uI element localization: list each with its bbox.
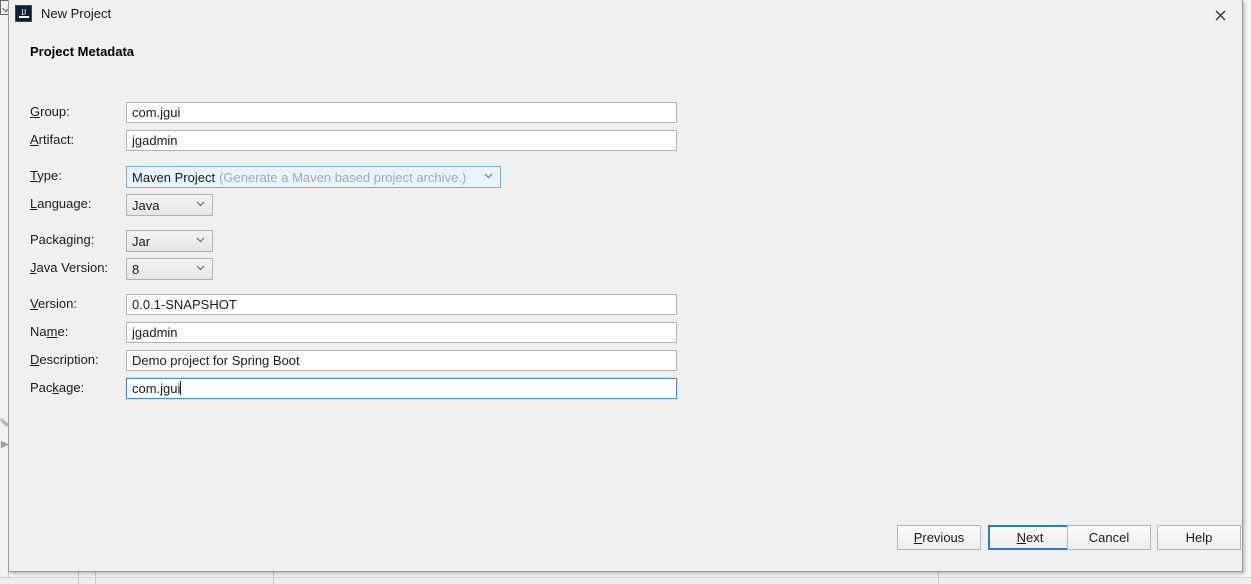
label-artifact: Artifact: [30, 132, 75, 147]
label-language: Language: [30, 196, 92, 211]
dialog-footer: Previous Next Cancel Help [9, 525, 1242, 571]
close-icon[interactable] [1208, 3, 1232, 27]
description-value: Demo project for Spring Boot [132, 353, 300, 368]
page-title: Project Metadata [30, 44, 135, 59]
new-project-dialog: IJ New Project Project Metadata Group: c… [8, 0, 1243, 572]
group-input[interactable]: com.jgui [126, 102, 677, 123]
label-description: Description: [30, 352, 99, 367]
type-hint: (Generate a Maven based project archive.… [219, 169, 467, 185]
label-name: Name: [30, 324, 69, 339]
dialog-titlebar: IJ New Project [9, 0, 1242, 30]
language-dropdown[interactable]: Java [126, 194, 213, 216]
chevron-down-icon [196, 201, 205, 207]
description-input[interactable]: Demo project for Spring Boot [126, 350, 677, 371]
language-value: Java [132, 197, 160, 213]
version-input[interactable]: 0.0.1-SNAPSHOT [126, 294, 677, 315]
package-value: com.jgui [132, 381, 181, 396]
label-java-version: Java Version: [30, 260, 109, 275]
chevron-down-icon [196, 265, 205, 271]
app-icon-underbar [19, 16, 29, 18]
chevron-down-icon [196, 237, 205, 243]
group-value: com.jgui [132, 105, 181, 120]
label-version: Version: [30, 296, 77, 311]
previous-button[interactable]: Previous [897, 525, 981, 550]
window-title: New Project [41, 6, 112, 21]
help-button[interactable]: Help [1157, 525, 1241, 550]
artifact-input[interactable]: jgadmin [126, 130, 677, 151]
intellij-idea-icon: IJ [15, 5, 32, 22]
type-dropdown[interactable]: Maven Project (Generate a Maven based pr… [126, 166, 501, 188]
packaging-value: Jar [132, 233, 151, 249]
text-caret [180, 381, 182, 395]
artifact-value: jgadmin [132, 133, 178, 148]
package-input[interactable]: com.jgui [126, 378, 677, 399]
type-value: Maven Project [132, 169, 216, 185]
label-group: Group: [30, 104, 70, 119]
label-packaging: Packaging: [30, 232, 95, 247]
label-type: Type: [30, 168, 62, 183]
background-status-bar [0, 578, 1251, 584]
version-value: 0.0.1-SNAPSHOT [132, 297, 237, 312]
dialog-content: Project Metadata Group: com.jgui Artifac… [9, 30, 1242, 538]
cancel-button[interactable]: Cancel [1067, 525, 1151, 550]
next-button[interactable]: Next [988, 525, 1072, 550]
name-value: jgadmin [132, 325, 178, 340]
java-version-dropdown[interactable]: 8 [126, 258, 213, 280]
chevron-down-icon [484, 173, 493, 179]
label-package: Package: [30, 380, 85, 395]
name-input[interactable]: jgadmin [126, 322, 677, 343]
java-version-value: 8 [132, 261, 140, 277]
packaging-dropdown[interactable]: Jar [126, 230, 213, 252]
